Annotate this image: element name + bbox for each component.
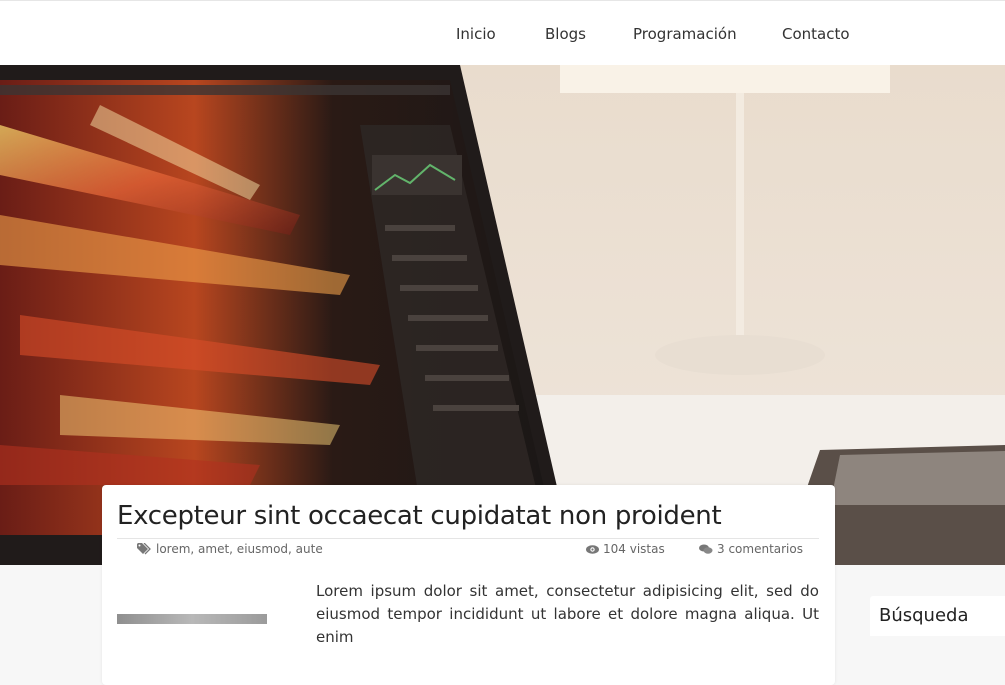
- search-widget-title: Búsqueda: [879, 605, 969, 626]
- post-tags: lorem, amet, eiusmod, aute: [137, 542, 323, 556]
- tags-icon: [137, 543, 152, 555]
- nav-item-inicio[interactable]: Inicio: [456, 25, 496, 43]
- post-excerpt: Lorem ipsum dolor sit amet, consectetur …: [316, 582, 819, 646]
- nav-item-programacion[interactable]: Programación: [633, 25, 737, 43]
- post-tags-text[interactable]: lorem, amet, eiusmod, aute: [156, 542, 323, 556]
- post-comments-text[interactable]: 3 comentarios: [717, 542, 803, 556]
- comments-icon: [699, 544, 713, 555]
- post-thumbnail: [117, 614, 267, 624]
- post-card: Excepteur sint occaecat cupidatat non pr…: [102, 485, 835, 685]
- nav-item-contacto[interactable]: Contacto: [782, 25, 850, 43]
- sidebar-search-widget: Búsqueda: [870, 596, 1005, 636]
- post-views: 104 vistas: [586, 542, 665, 556]
- title-divider: [117, 538, 819, 539]
- top-navbar: Inicio Blogs Programación Contacto: [0, 0, 1005, 65]
- post-comments: 3 comentarios: [699, 542, 803, 556]
- post-title[interactable]: Excepteur sint occaecat cupidatat non pr…: [117, 501, 722, 531]
- eye-icon: [586, 544, 599, 554]
- post-views-text: 104 vistas: [603, 542, 665, 556]
- nav-item-blogs[interactable]: Blogs: [545, 25, 586, 43]
